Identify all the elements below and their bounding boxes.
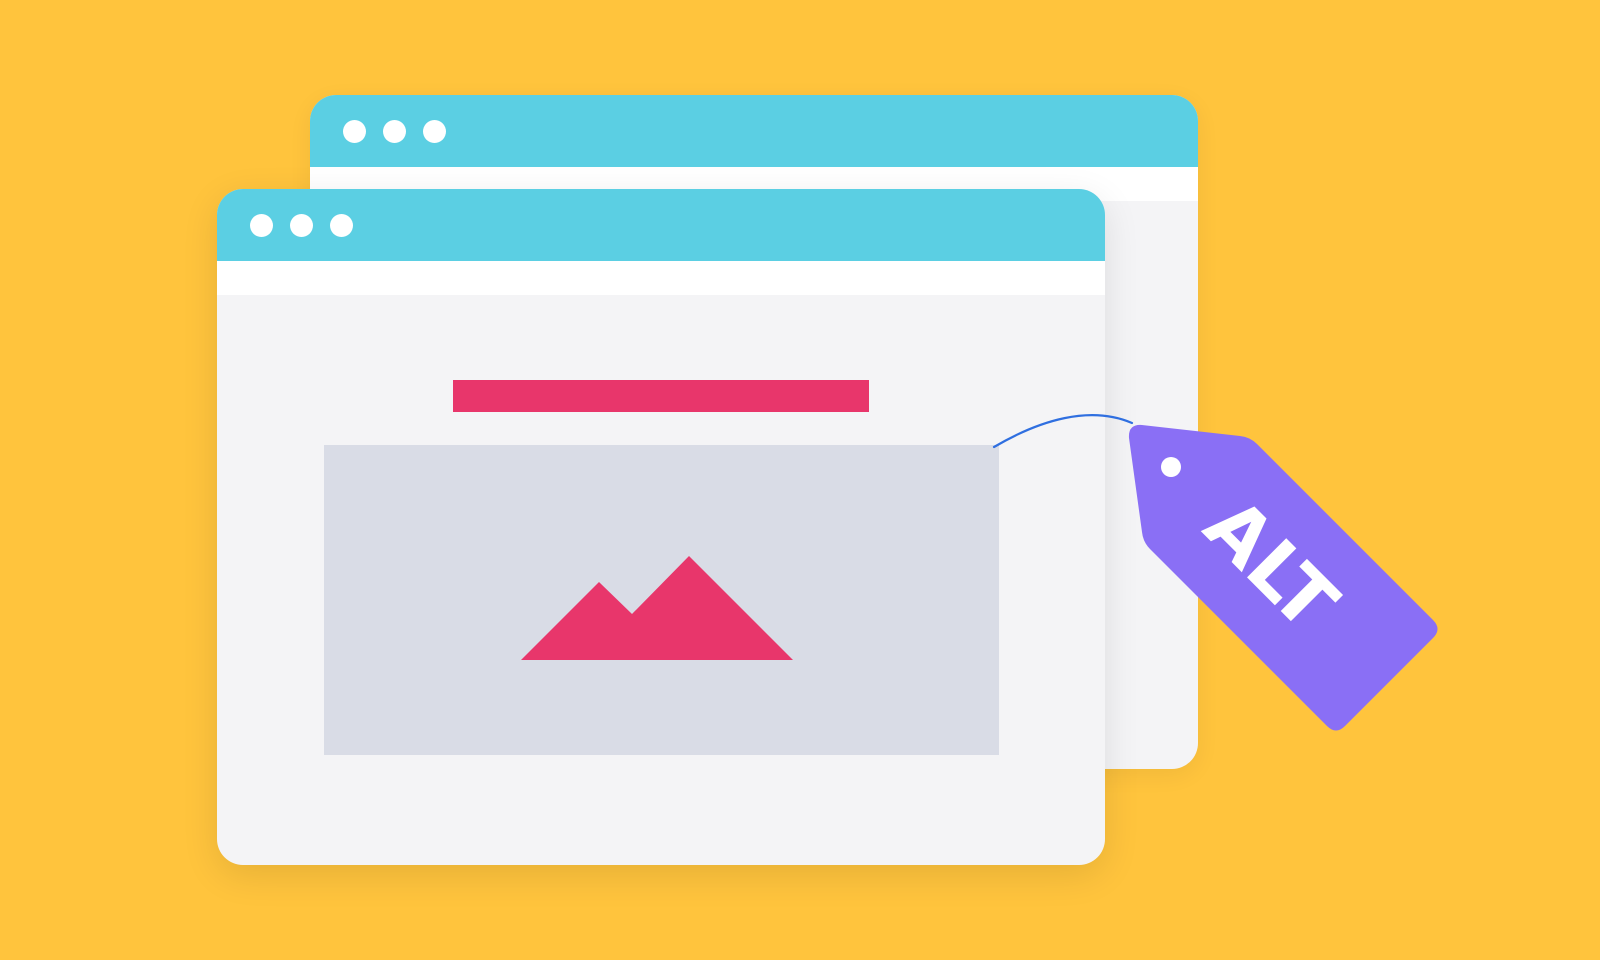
window-control-dot [423,120,446,143]
window-control-dot [343,120,366,143]
browser-window-front [217,189,1105,865]
mountain-image-icon [521,556,793,660]
illustration-scene: ALT [0,0,1600,960]
window-control-dot [330,214,353,237]
window-titlebar [310,95,1198,167]
tag-label: ALT [1188,481,1355,648]
image-placeholder [324,445,999,755]
window-control-dot [290,214,313,237]
window-titlebar [217,189,1105,261]
window-control-dot [383,120,406,143]
window-control-dot [250,214,273,237]
window-address-bar [217,261,1105,295]
heading-placeholder-bar [453,380,869,412]
